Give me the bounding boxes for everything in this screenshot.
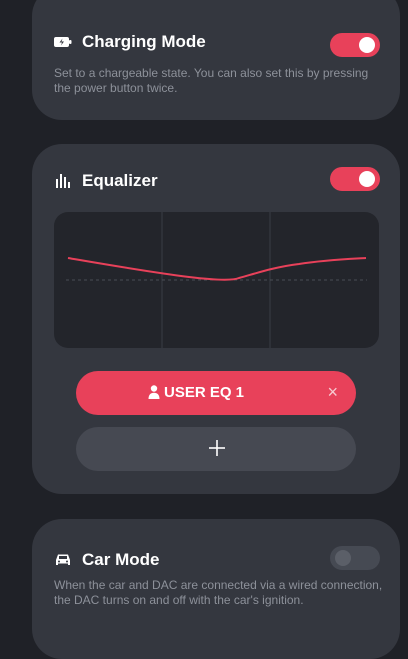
equalizer-header: Equalizer	[54, 171, 158, 191]
charging-mode-card: Charging Mode Set to a chargeable state.…	[32, 0, 400, 120]
add-preset-button[interactable]	[76, 427, 356, 471]
car-mode-card: Car Mode When the car and DAC are connec…	[32, 519, 400, 659]
toggle-knob	[335, 550, 351, 566]
plus-icon	[207, 438, 227, 458]
equalizer-curve-chart	[66, 212, 367, 348]
toggle-knob	[359, 171, 375, 187]
charging-mode-header: Charging Mode	[54, 32, 206, 52]
equalizer-bars-icon	[54, 173, 72, 189]
preset-label: USER EQ 1	[164, 384, 245, 401]
battery-icon	[54, 34, 72, 50]
equalizer-toggle[interactable]	[330, 167, 380, 191]
car-mode-header: Car Mode	[54, 550, 159, 570]
charging-mode-toggle[interactable]	[330, 33, 380, 57]
preset-user-eq-button[interactable]: USER EQ 1 ×	[76, 371, 356, 415]
charging-mode-description: Set to a chargeable state. You can also …	[54, 66, 369, 95]
close-icon[interactable]: ×	[327, 382, 338, 403]
toggle-knob	[359, 37, 375, 53]
car-mode-description: When the car and DAC are connected via a…	[54, 578, 383, 607]
user-icon	[148, 385, 160, 399]
car-mode-title: Car Mode	[82, 550, 160, 569]
equalizer-card: Equalizer USER EQ 1 ×	[32, 144, 400, 494]
eq-curve	[67, 257, 367, 281]
car-icon	[54, 552, 72, 568]
charging-mode-title: Charging Mode	[82, 32, 206, 51]
equalizer-title: Equalizer	[82, 171, 158, 190]
equalizer-graph[interactable]	[54, 212, 379, 348]
car-mode-toggle[interactable]	[330, 546, 380, 570]
